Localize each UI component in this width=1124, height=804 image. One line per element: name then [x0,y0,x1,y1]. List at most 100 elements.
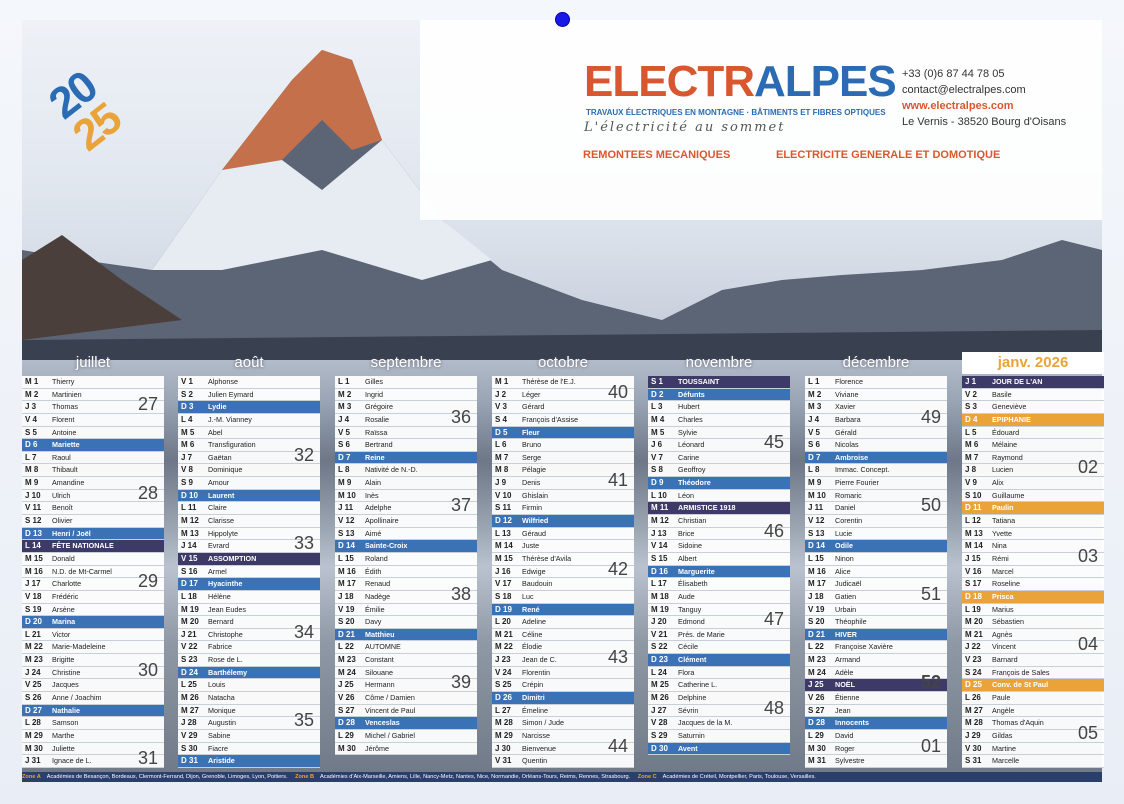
day-row: D 6 Mariette [22,439,164,452]
day-date: L 1 [808,377,820,386]
day-date: L 10 [651,490,667,500]
day-date: V 16 [965,566,982,576]
day-date: L 22 [338,642,354,652]
day-saint: Clarisse [208,516,234,526]
day-saint: ASSOMPTION [208,553,257,563]
day-date: M 24 [338,667,356,677]
day-date: J 24 [25,667,41,677]
day-row: L 8 Immac. Concept. [805,464,947,478]
day-saint: Édouard [992,427,1020,437]
month-column: M 1 Thérèse de l'E.J. J 2 Léger 40 V 3 Gérard S… [492,376,634,768]
day-date: M 28 [495,718,513,728]
day-saint: Florent [52,414,75,424]
day-row: J 14 Evrard 33 [178,534,320,553]
day-saint: Barnard [992,655,1018,665]
day-row: J 30 Bienvenue 44 [492,737,634,756]
day-row: D 31 Aristide [178,755,320,768]
day-date: L 29 [338,730,354,740]
day-date: M 19 [651,604,669,614]
day-saint: Sabine [208,730,231,740]
day-saint: Hippolyte [208,528,238,538]
day-saint: Ulrich [52,490,71,500]
day-row: S 23 Rose de L. [178,654,320,667]
day-saint: David [835,730,854,740]
zone-c-label: Zone C [637,774,657,780]
day-saint: ARMISTICE 1918 [678,503,736,513]
week-number: 34 [293,621,314,642]
day-saint: Ignace de L. [52,756,92,766]
day-row: L 17 Élisabeth [648,578,790,591]
day-date: V 31 [495,756,512,766]
day-saint: AUTOMNE [365,642,401,652]
day-saint: HIVER [835,629,857,639]
day-date: S 12 [25,516,42,526]
day-row: V 3 Gérard [492,401,634,414]
day-date: S 26 [25,693,42,703]
day-date: M 22 [25,642,43,652]
day-row: S 26 Anne / Joachim [22,692,164,705]
day-row: J 4 Barbara 49 [805,408,947,427]
day-saint: Florentin [522,667,550,677]
day-row: L 27 Émeline [492,705,634,718]
week-number: 39 [450,672,471,693]
day-date: D 11 [965,503,982,513]
month-column: L 1 Gilles M 2 Ingrid M 3 Grégoire J 4 Rosalie 3… [335,376,477,756]
week-number: 02 [1077,457,1098,478]
day-date: M 2 [25,389,39,399]
day-saint: Marthe [52,730,75,740]
week-number: 28 [137,482,158,503]
day-date: D 24 [181,667,198,677]
day-saint: Marguerite [678,566,715,576]
day-saint: Narcisse [522,730,550,740]
day-saint: Fiacre [208,743,228,753]
day-saint: Marie-Madeleine [52,642,106,652]
contact-block: +33 (0)6 87 44 78 05 contact@electralpes… [902,66,1066,130]
day-saint: Gatien [835,591,857,601]
day-date: D 28 [338,718,355,728]
month-title: décembre [842,354,910,371]
day-row: V 31 Quentin [492,755,634,768]
day-saint: Géraud [522,528,546,538]
day-date: L 13 [495,528,511,538]
day-date: D 31 [181,756,198,766]
phone: +33 (0)6 87 44 78 05 [902,68,1005,80]
week-number: 42 [607,558,628,579]
day-row: V 11 Benoît [22,502,164,516]
day-date: M 28 [965,718,983,728]
day-row: J 18 Nadège 38 [335,585,477,604]
day-saint: Bernard [208,617,234,627]
day-row: M 8 Thibault [22,464,164,478]
day-row: L 21 Victor [22,629,164,642]
day-saint: Jacques de la M. [678,718,733,728]
day-row: J 7 Gaëtan 32 [178,446,320,465]
day-date: M 23 [808,655,826,665]
day-date: J 2 [495,389,507,399]
day-date: V 25 [25,680,42,690]
day-saint: Marcelle [992,756,1020,766]
day-saint: Charles [678,414,703,424]
day-row: D 14 Odile [805,540,947,553]
day-row: D 21 Matthieu [335,628,477,642]
day-saint: Rémi [992,553,1009,563]
day-saint: Renaud [365,579,391,589]
day-saint: Tatiana [992,516,1016,526]
day-date: D 7 [338,452,351,462]
day-date: D 21 [338,629,355,639]
day-saint: Brice [678,528,695,538]
day-date: M 16 [338,566,356,576]
day-date: M 25 [651,680,669,690]
day-row: J 22 Vincent 04 [962,635,1104,655]
day-saint: Hélène [208,591,231,601]
day-row: L 22 Françoise Xavière [805,641,947,655]
day-date: M 7 [965,452,979,462]
day-date: V 22 [181,642,198,652]
day-saint: Fabrice [208,642,232,652]
day-row: V 23 Barnard [962,654,1104,667]
day-date: M 5 [651,427,665,437]
day-row: V 30 Martine [962,743,1104,756]
day-date: M 26 [651,693,669,703]
day-date: M 12 [181,516,199,526]
day-saint: Arsène [52,604,75,614]
day-row: M 30 Jérôme [335,743,477,756]
day-row: J 15 Rémi 03 [962,547,1104,566]
